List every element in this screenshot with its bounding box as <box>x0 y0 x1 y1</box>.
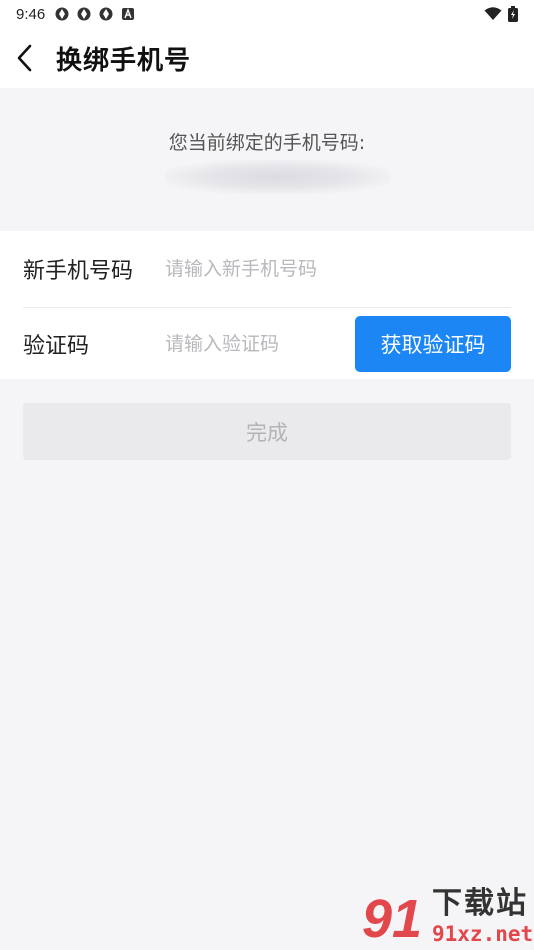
nav-bar: 换绑手机号 <box>0 28 534 88</box>
watermark-logo: 91 <box>362 889 423 949</box>
watermark-title: 下载站 <box>432 886 528 921</box>
status-right-icons <box>484 6 518 22</box>
watermark-domain: 91xz.net <box>432 922 534 946</box>
notification-icon <box>77 7 91 21</box>
status-bar: 9:46 <box>0 0 534 28</box>
verification-code-label: 验证码 <box>23 334 90 359</box>
verification-row: 验证码 获取验证码 <box>0 308 534 380</box>
watermark: 91 下载站 91xz.net <box>362 888 534 950</box>
battery-icon <box>508 6 518 22</box>
a-badge-icon <box>122 8 135 20</box>
page-title: 换绑手机号 <box>56 45 192 76</box>
form-card: 新手机号码 验证码 获取验证码 <box>0 231 534 379</box>
done-button[interactable]: 完成 <box>23 403 511 460</box>
notification-icon <box>55 7 69 21</box>
status-left-icons <box>55 7 135 21</box>
get-code-button[interactable]: 获取验证码 <box>355 316 511 372</box>
wifi-icon <box>484 7 502 20</box>
back-button[interactable] <box>0 28 48 88</box>
notification-icon <box>99 7 113 21</box>
status-time: 9:46 <box>16 5 46 23</box>
masked-phone-number <box>165 160 390 194</box>
current-number-section: 您当前绑定的手机号码: <box>0 88 534 230</box>
new-phone-label: 新手机号码 <box>23 259 134 284</box>
chevron-left-icon <box>17 44 32 72</box>
verification-code-input[interactable] <box>165 324 345 364</box>
current-number-label: 您当前绑定的手机号码: <box>168 132 366 154</box>
new-phone-row: 新手机号码 <box>0 231 534 307</box>
new-phone-input[interactable] <box>165 249 505 289</box>
